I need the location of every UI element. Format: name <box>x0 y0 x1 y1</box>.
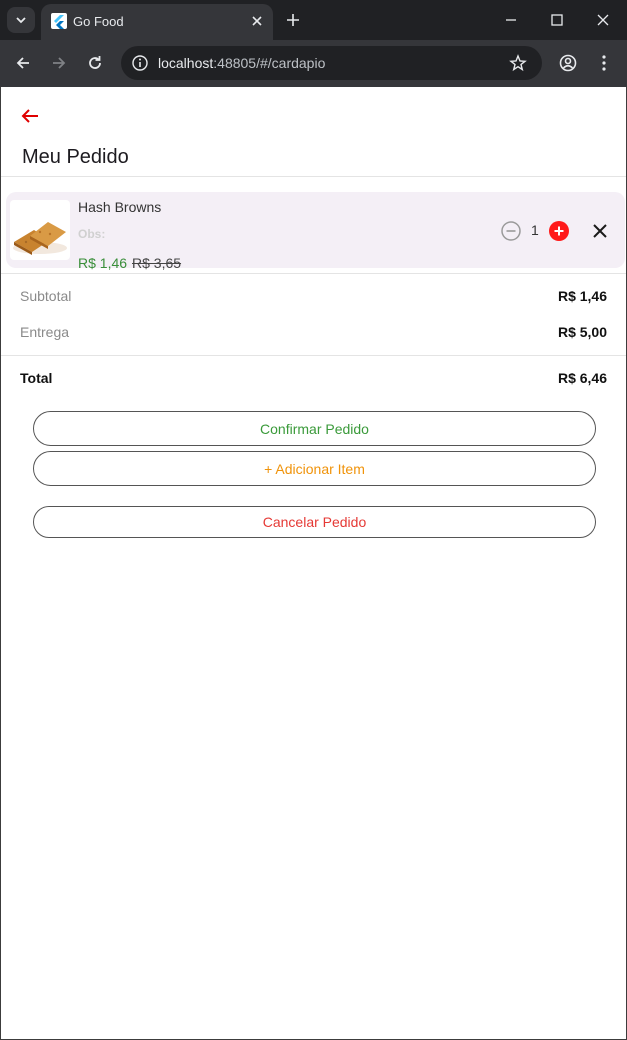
url-host: localhost <box>158 55 214 71</box>
delivery-value: R$ 5,00 <box>557 324 607 340</box>
maximize-icon[interactable] <box>548 11 566 29</box>
browser-toolbar: localhost:48805/#/cardapio <box>0 40 627 87</box>
divider <box>1 176 626 177</box>
profile-icon[interactable] <box>558 53 578 73</box>
minimize-icon[interactable] <box>502 11 520 29</box>
order-item-card: Hash Browns Obs: R$ 1,46 R$ 3,65 1 <box>6 192 625 271</box>
close-tab-icon[interactable] <box>249 13 265 29</box>
quantity-value: 1 <box>531 222 539 238</box>
back-arrow-icon[interactable] <box>18 104 42 128</box>
divider <box>1 273 626 274</box>
cancel-order-button[interactable]: Cancelar Pedido <box>33 506 596 538</box>
hash-browns-image <box>10 200 70 260</box>
close-window-icon[interactable] <box>594 11 612 29</box>
browser-tab[interactable]: Go Food <box>41 4 273 40</box>
url-path: :48805/#/cardapio <box>213 55 326 71</box>
delivery-label: Entrega <box>20 324 70 340</box>
bookmark-star-icon[interactable] <box>509 54 527 72</box>
subtotal-label: Subtotal <box>20 288 72 304</box>
forward-nav-icon[interactable] <box>49 53 69 73</box>
divider <box>1 355 626 356</box>
site-info-icon[interactable] <box>131 54 149 72</box>
subtotal-value: R$ 1,46 <box>557 288 607 304</box>
remove-item-icon[interactable] <box>589 220 611 242</box>
page-title: Meu Pedido <box>22 146 129 168</box>
address-bar[interactable]: localhost:48805/#/cardapio <box>121 46 542 80</box>
chevron-down-icon <box>16 17 26 24</box>
tab-title: Go Food <box>73 14 124 29</box>
confirm-order-button[interactable]: Confirmar Pedido <box>33 411 596 446</box>
increase-quantity-icon[interactable] <box>548 220 570 242</box>
flutter-favicon-icon <box>51 13 67 29</box>
total-value: R$ 6,46 <box>557 370 607 386</box>
add-item-button[interactable]: + Adicionar Item <box>33 451 596 486</box>
browser-titlebar: Go Food <box>0 0 627 40</box>
page-content: Meu Pedido Hash Browns Obs: R$ 1,46 R$ 3… <box>0 87 627 1040</box>
back-nav-icon[interactable] <box>13 53 33 73</box>
decrease-quantity-icon[interactable] <box>500 220 522 242</box>
new-tab-icon[interactable] <box>284 11 302 29</box>
menu-kebab-icon[interactable] <box>594 53 614 73</box>
item-old-price: R$ 3,65 <box>132 255 182 271</box>
reload-icon[interactable] <box>85 53 105 73</box>
item-name: Hash Browns <box>78 199 162 215</box>
item-price: R$ 1,46 <box>78 255 128 271</box>
url-text: localhost:48805/#/cardapio <box>158 55 325 71</box>
total-label: Total <box>20 370 53 386</box>
item-obs-label[interactable]: Obs: <box>78 227 105 241</box>
tab-search-button[interactable] <box>7 7 35 33</box>
